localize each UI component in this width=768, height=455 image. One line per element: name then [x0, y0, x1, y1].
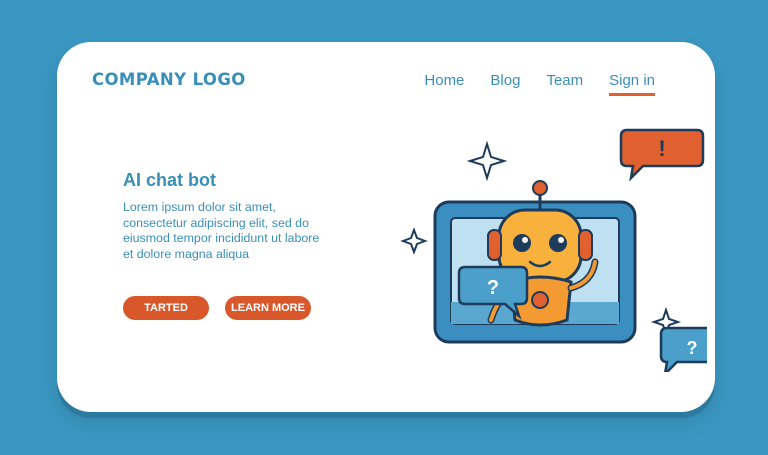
nav-home[interactable]: Home — [424, 72, 464, 96]
alert-bubble-text: ! — [658, 136, 665, 161]
nav-team[interactable]: Team — [546, 72, 583, 96]
speech-bubble-icon: ! — [619, 128, 705, 182]
sparkle-icon — [400, 227, 428, 255]
landing-card: COMPANY LOGO Home Blog Team Sign in AI c… — [57, 42, 715, 412]
question-bubble-left-text: ? — [487, 277, 499, 299]
speech-bubble-icon: ? — [659, 326, 707, 372]
top-nav: Home Blog Team Sign in — [424, 72, 655, 96]
nav-blog[interactable]: Blog — [490, 72, 520, 96]
robot-illustration: ! ? ? — [400, 128, 707, 372]
get-started-button[interactable]: TARTED — [123, 296, 209, 320]
hero-body: Lorem ipsum dolor sit amet, consectetur … — [123, 200, 320, 261]
learn-more-button[interactable]: LEARN MORE — [225, 296, 311, 320]
hero-headline: AI chat bot — [123, 170, 216, 190]
company-logo[interactable]: COMPANY LOGO — [92, 70, 246, 89]
nav-sign-in[interactable]: Sign in — [609, 72, 655, 96]
question-bubble-right-text: ? — [687, 338, 698, 358]
sparkle-icon — [466, 140, 508, 182]
